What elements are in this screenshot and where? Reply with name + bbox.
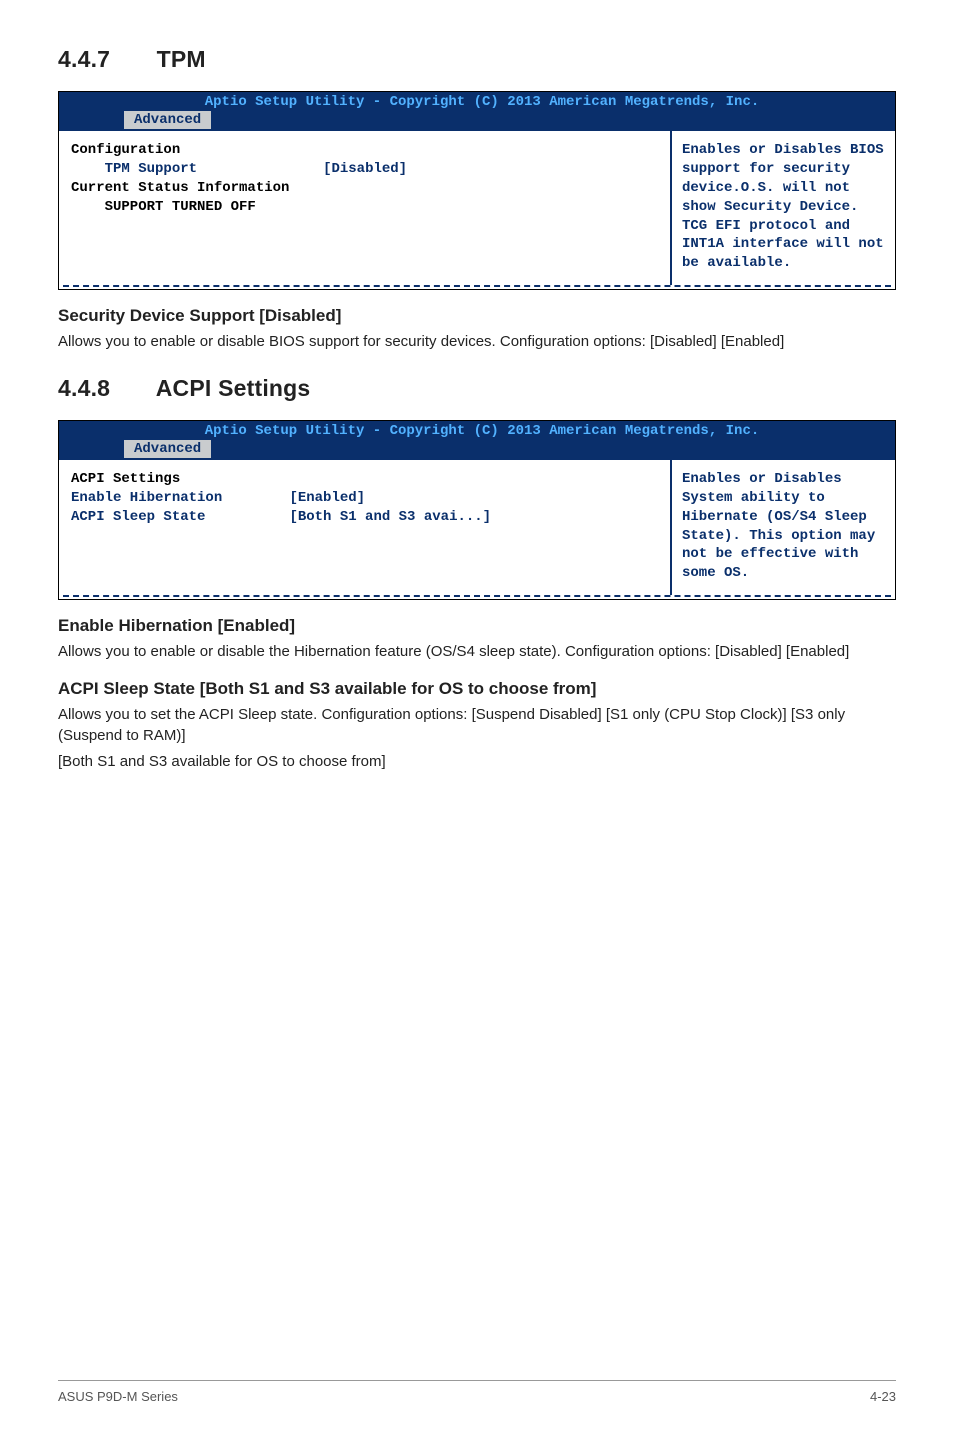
bios-main-pane: Configuration TPM Support [Disabled] Cur… xyxy=(59,131,670,285)
bios-line-acpi-settings: ACPI Settings xyxy=(71,470,658,489)
bios-field-enable-hibernation: Enable Hibernation xyxy=(71,490,222,506)
footer-page-number: 4-23 xyxy=(870,1389,896,1404)
bios-help-pane: Enables or Disables System ability to Hi… xyxy=(670,460,895,595)
bios-header: Aptio Setup Utility - Copyright (C) 2013… xyxy=(59,421,895,458)
paragraph-security-device-support: Allows you to enable or disable BIOS sup… xyxy=(58,332,896,353)
bios-header: Aptio Setup Utility - Copyright (C) 2013… xyxy=(59,92,895,129)
bios-title-text: Aptio Setup Utility - Copyright (C) 2013… xyxy=(59,421,895,439)
page-footer: ASUS P9D-M Series 4-23 xyxy=(58,1380,896,1404)
bios-value-enable-hibernation: [Enabled] xyxy=(289,489,365,508)
paragraph-acpi-sleep-state-1: Allows you to set the ACPI Sleep state. … xyxy=(58,705,896,746)
bios-title-text: Aptio Setup Utility - Copyright (C) 2013… xyxy=(59,92,895,110)
bios-tab-advanced: Advanced xyxy=(123,110,212,129)
bios-line-support-turned-off: SUPPORT TURNED OFF xyxy=(71,198,658,217)
section-title: TPM xyxy=(157,46,206,72)
section-number: 4.4.7 xyxy=(58,46,150,73)
bios-value-tpm-support: [Disabled] xyxy=(323,160,407,179)
bios-main-pane: ACPI Settings Enable Hibernation [Enable… xyxy=(59,460,670,595)
bios-line-current-status: Current Status Information xyxy=(71,179,658,198)
bios-divider xyxy=(63,595,891,597)
section-number: 4.4.8 xyxy=(58,375,150,402)
bios-value-acpi-sleep-state: [Both S1 and S3 avai...] xyxy=(289,508,491,527)
bios-panel-tpm: Aptio Setup Utility - Copyright (C) 2013… xyxy=(58,91,896,290)
subheading-security-device-support: Security Device Support [Disabled] xyxy=(58,306,896,326)
section-heading-tpm: 4.4.7 TPM xyxy=(58,46,896,73)
section-heading-acpi: 4.4.8 ACPI Settings xyxy=(58,375,896,402)
paragraph-acpi-sleep-state-2: [Both S1 and S3 available for OS to choo… xyxy=(58,752,896,773)
subheading-enable-hibernation: Enable Hibernation [Enabled] xyxy=(58,616,896,636)
paragraph-enable-hibernation: Allows you to enable or disable the Hibe… xyxy=(58,642,896,663)
bios-field-tpm-support: TPM Support xyxy=(71,161,197,177)
bios-field-acpi-sleep-state: ACPI Sleep State xyxy=(71,509,205,525)
bios-divider xyxy=(63,285,891,287)
section-title: ACPI Settings xyxy=(156,375,311,401)
bios-help-pane: Enables or Disables BIOS support for sec… xyxy=(670,131,895,285)
bios-tab-advanced: Advanced xyxy=(123,439,212,458)
subheading-acpi-sleep-state: ACPI Sleep State [Both S1 and S3 availab… xyxy=(58,679,896,699)
bios-panel-acpi: Aptio Setup Utility - Copyright (C) 2013… xyxy=(58,420,896,600)
bios-help-text: Enables or Disables BIOS support for sec… xyxy=(682,142,884,271)
bios-line-configuration: Configuration xyxy=(71,141,658,160)
footer-product: ASUS P9D-M Series xyxy=(58,1389,178,1404)
bios-help-text: Enables or Disables System ability to Hi… xyxy=(682,471,875,581)
